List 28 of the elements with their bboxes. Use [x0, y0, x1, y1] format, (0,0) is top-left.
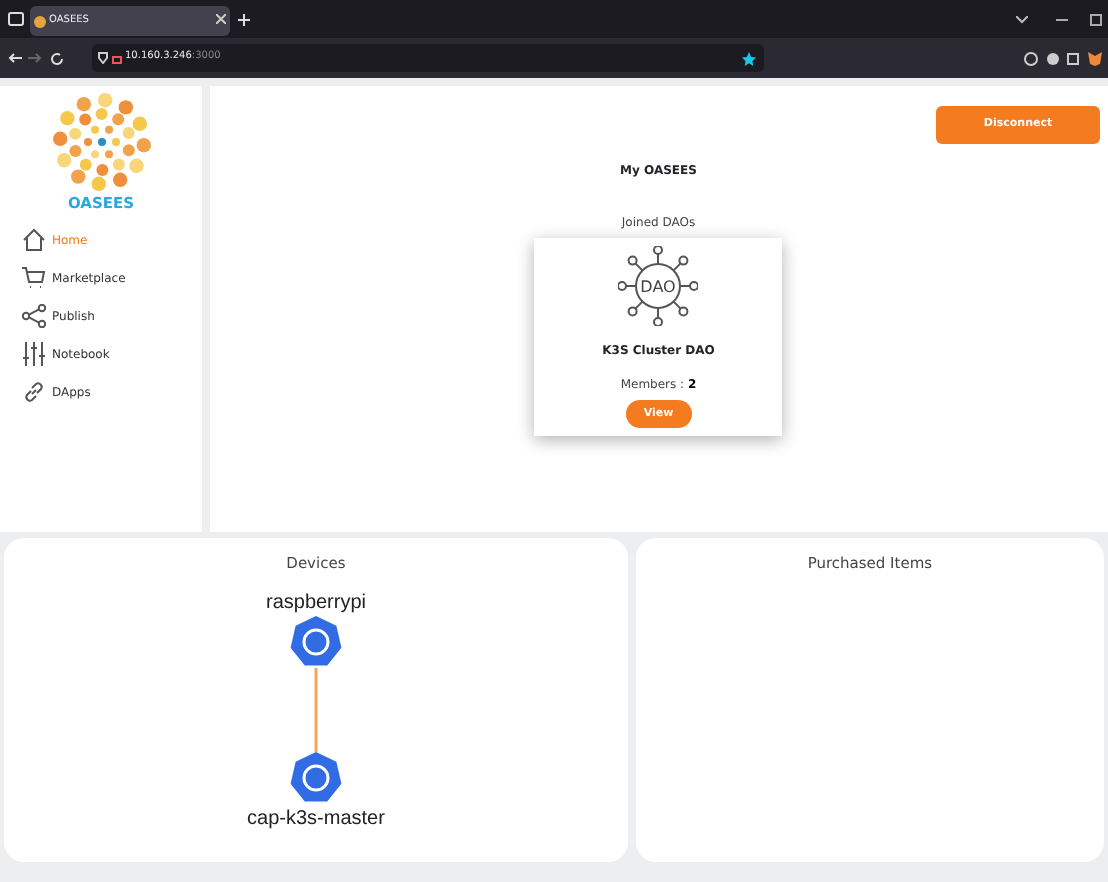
share-icon [21, 304, 45, 329]
home-icon [21, 228, 45, 253]
logo-icon [49, 92, 153, 192]
pocket-icon[interactable] [1024, 51, 1038, 65]
minimize-icon[interactable] [1056, 17, 1068, 21]
fox-icon[interactable] [1087, 51, 1101, 65]
star-icon[interactable] [742, 51, 756, 65]
sliders-icon [21, 342, 45, 367]
chevron-icon[interactable] [1016, 15, 1028, 23]
close-icon[interactable] [216, 13, 227, 24]
favicon-icon [33, 15, 46, 27]
shield-icon [98, 52, 108, 64]
lock-icon [111, 52, 122, 64]
reload-icon[interactable] [49, 51, 63, 65]
cart-icon [21, 266, 45, 291]
kubernetes-node-icon[interactable] [290, 616, 342, 666]
kubernetes-node-icon[interactable] [290, 752, 342, 802]
back-icon[interactable] [7, 52, 21, 64]
restore-icon[interactable] [1089, 13, 1101, 25]
tabs-menu-icon[interactable] [7, 12, 23, 26]
node-label: cap-k3s-master [247, 808, 385, 831]
new-tab-icon[interactable] [237, 13, 249, 25]
link-icon [21, 380, 45, 405]
node-label: raspberrypi [265, 592, 366, 615]
connection-line [314, 668, 318, 753]
forward-icon[interactable] [28, 52, 42, 64]
account-icon[interactable] [1045, 51, 1059, 65]
extension-icon[interactable] [1066, 51, 1080, 65]
